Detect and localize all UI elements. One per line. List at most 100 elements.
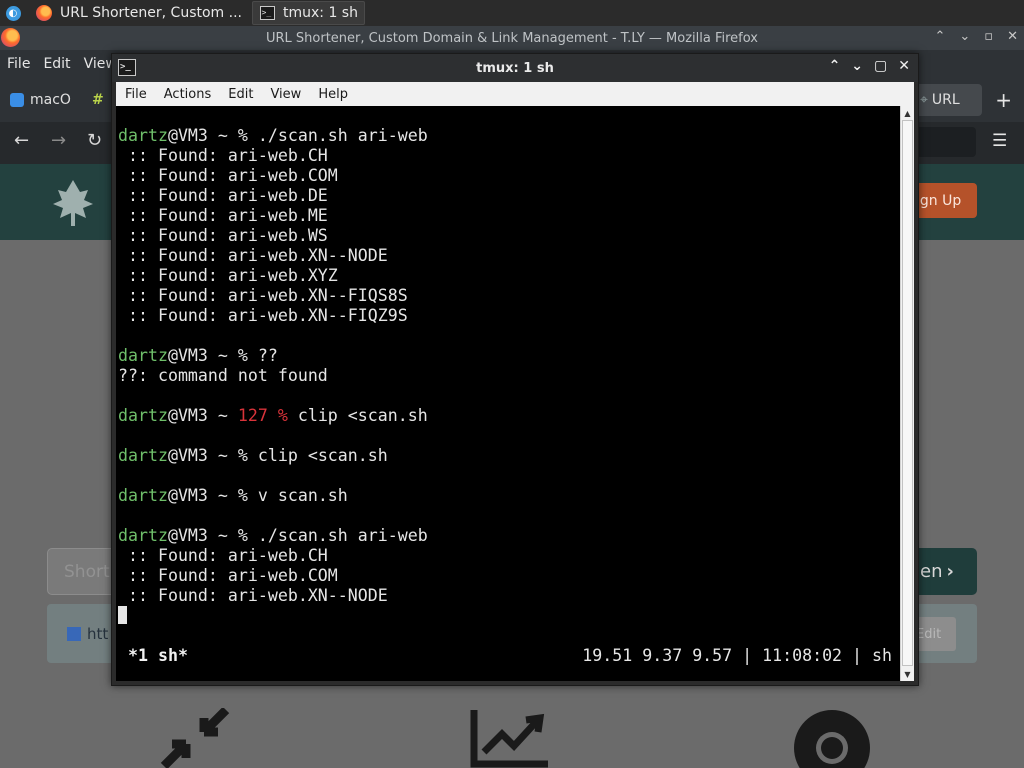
command-text: clip <scan.sh bbox=[287, 406, 428, 425]
cursor-line bbox=[118, 606, 428, 626]
prompt-host: @VM3 ~ bbox=[167, 406, 238, 425]
firefox-icon bbox=[1, 28, 20, 47]
window-title: tmux: 1 sh bbox=[476, 60, 554, 76]
prompt-user: dartz bbox=[118, 446, 168, 465]
taskbar: ◐ URL Shortener, Custom ... >_ tmux: 1 s… bbox=[0, 0, 1024, 26]
close-button[interactable]: ✕ bbox=[1007, 29, 1018, 44]
shade-button[interactable]: ⌃ bbox=[829, 58, 841, 74]
close-button[interactable]: ✕ bbox=[898, 58, 910, 74]
scroll-down-icon[interactable]: ▼ bbox=[901, 667, 914, 681]
output-line: :: Found: ari-web.XN--NODE bbox=[118, 246, 388, 265]
shorten-button[interactable]: en › bbox=[912, 548, 977, 595]
chevron-right-icon: › bbox=[946, 561, 954, 582]
tab-label: URL bbox=[931, 92, 960, 108]
scrollbar-thumb[interactable] bbox=[902, 120, 913, 666]
prompt-line: dartz@VM3 ~ % ./scan.sh ari-web bbox=[118, 526, 428, 546]
terminal-icon: >_ bbox=[118, 59, 136, 76]
link-favicon-icon bbox=[67, 627, 81, 641]
command-text: % clip <scan.sh bbox=[237, 446, 388, 465]
prompt-user: dartz bbox=[118, 126, 168, 145]
tab-hash[interactable]: # bbox=[92, 84, 104, 116]
output-line: :: Found: ari-web.XN--NODE bbox=[118, 586, 388, 605]
reload-button[interactable]: ↻ bbox=[87, 130, 102, 151]
signup-button[interactable]: ign Up bbox=[912, 183, 977, 218]
output-line: :: Found: ari-web.WS bbox=[118, 226, 328, 245]
app-menu-button[interactable]: ◐ bbox=[0, 0, 26, 26]
shorten-url-input[interactable]: Short bbox=[47, 548, 117, 595]
output-line: :: Found: ari-web.COM bbox=[118, 566, 338, 585]
menu-view[interactable]: View bbox=[270, 87, 301, 102]
menu-file[interactable]: File bbox=[125, 87, 147, 102]
prompt-user: dartz bbox=[118, 526, 168, 545]
text-cursor bbox=[118, 606, 127, 624]
command-text: % ?? bbox=[237, 346, 278, 365]
command-text: % v scan.sh bbox=[237, 486, 348, 505]
prompt-line: dartz@VM3 ~ % ?? bbox=[118, 346, 428, 366]
prompt-user: dartz bbox=[118, 346, 168, 365]
forward-button[interactable]: → bbox=[51, 130, 66, 151]
taskbar-task-terminal[interactable]: >_ tmux: 1 sh bbox=[252, 1, 365, 25]
command-text: % ./scan.sh ari-web bbox=[237, 526, 428, 545]
maximize-button[interactable]: ▢ bbox=[874, 58, 887, 74]
terminal-screen[interactable]: dartz@VM3 ~ % ./scan.sh ari-web :: Found… bbox=[116, 106, 900, 681]
terminal-window: >_ tmux: 1 sh ⌃ ⌄ ▢ ✕ File Actions Edit … bbox=[111, 53, 919, 686]
output-line: :: Found: ari-web.ME bbox=[118, 206, 328, 225]
terminal-menubar: File Actions Edit View Help bbox=[116, 82, 914, 106]
prompt-line: dartz@VM3 ~ % v scan.sh bbox=[118, 486, 428, 506]
prompt-host: @VM3 ~ bbox=[167, 346, 238, 365]
output-line: :: Found: ari-web.XN--FIQZ9S bbox=[118, 306, 408, 325]
minimize-button[interactable]: ⌄ bbox=[959, 29, 970, 44]
task-label: tmux: 1 sh bbox=[283, 5, 358, 21]
prompt-line: dartz@VM3 ~ 127 % clip <scan.sh bbox=[118, 406, 428, 426]
menu-file[interactable]: File bbox=[7, 56, 30, 72]
prompt-host: @VM3 ~ bbox=[167, 446, 238, 465]
output-line: :: Found: ari-web.CH bbox=[118, 546, 328, 565]
result-link[interactable]: htt bbox=[67, 625, 108, 643]
start-icon: ◐ bbox=[5, 5, 21, 21]
menu-hamburger-icon[interactable]: ☰ bbox=[992, 131, 1007, 151]
shorten-label: en bbox=[920, 561, 943, 582]
tmux-status-right: 19.51 9.37 9.57 | 11:08:02 | sh bbox=[582, 646, 892, 665]
terminal-scrollbar[interactable]: ▲ ▼ bbox=[900, 106, 914, 681]
menu-actions[interactable]: Actions bbox=[164, 87, 212, 102]
exit-code: 127 % bbox=[237, 406, 288, 425]
terminal-icon: >_ bbox=[259, 5, 275, 21]
new-tab-button[interactable]: + bbox=[995, 88, 1012, 112]
chrome-icon bbox=[794, 710, 870, 768]
menu-edit[interactable]: Edit bbox=[43, 56, 70, 72]
trending-chart-icon bbox=[470, 710, 548, 768]
output-line: ??: command not found bbox=[118, 366, 328, 385]
terminal-output: dartz@VM3 ~ % ./scan.sh ari-web :: Found… bbox=[118, 126, 428, 626]
prompt-host: @VM3 ~ bbox=[167, 126, 238, 145]
output-line: :: Found: ari-web.DE bbox=[118, 186, 328, 205]
prompt-host: @VM3 ~ bbox=[167, 526, 238, 545]
tab-label: macO bbox=[30, 92, 71, 108]
command-text: % ./scan.sh ari-web bbox=[237, 126, 428, 145]
taskbar-task-firefox[interactable]: URL Shortener, Custom ... bbox=[30, 1, 248, 25]
menu-help[interactable]: Help bbox=[318, 87, 348, 102]
prompt-user: dartz bbox=[118, 486, 168, 505]
tab-macos[interactable]: macO bbox=[10, 84, 71, 116]
menu-edit[interactable]: Edit bbox=[228, 87, 253, 102]
maximize-button[interactable]: ▫ bbox=[984, 29, 993, 44]
minimize-button[interactable]: ⌄ bbox=[851, 58, 863, 74]
scroll-up-icon[interactable]: ▲ bbox=[901, 106, 914, 120]
url-bar[interactable] bbox=[910, 127, 976, 157]
output-line: :: Found: ari-web.XYZ bbox=[118, 266, 338, 285]
terminal-titlebar[interactable]: >_ tmux: 1 sh ⌃ ⌄ ▢ ✕ bbox=[112, 54, 918, 82]
output-line: :: Found: ari-web.XN--FIQS8S bbox=[118, 286, 408, 305]
minimize-icon[interactable]: ⌃ bbox=[934, 29, 945, 44]
tmux-window-list: *1 sh* bbox=[128, 646, 188, 665]
firefox-titlebar: URL Shortener, Custom Domain & Link Mana… bbox=[0, 26, 1024, 50]
firefox-icon bbox=[36, 5, 52, 21]
prompt-line: dartz@VM3 ~ % clip <scan.sh bbox=[118, 446, 428, 466]
result-url-text: htt bbox=[87, 625, 109, 643]
tab-url-shortener[interactable]: ⌖ URL bbox=[912, 84, 982, 116]
back-button[interactable]: ← bbox=[14, 130, 29, 151]
task-label: URL Shortener, Custom ... bbox=[60, 5, 242, 21]
hash-icon: # bbox=[92, 92, 104, 108]
